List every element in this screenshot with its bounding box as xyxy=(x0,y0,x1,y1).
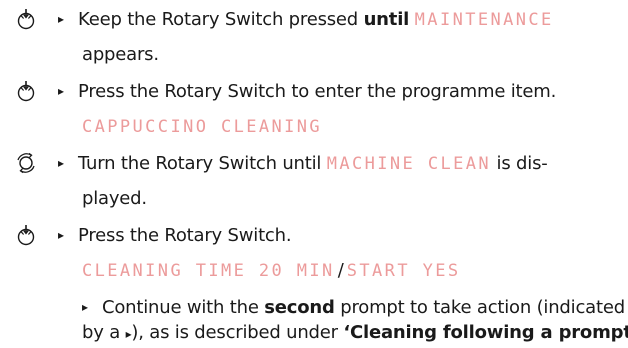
rotary-press-icon xyxy=(17,225,35,246)
step-1-text: ▸ Keep the Rotary Switch pressed until MA… xyxy=(58,9,554,30)
separator: / xyxy=(337,260,344,281)
step-4-text: ▸ Press the Rotary Switch. xyxy=(58,225,292,246)
display-text: START YES xyxy=(346,261,461,281)
section-reference: ‘Cleaning following a prompt’ xyxy=(343,322,628,343)
display-text: CAPPUCCINO CLEANING xyxy=(82,117,323,137)
display-text: MACHINE CLEAN xyxy=(326,154,492,174)
bullet-arrow: ▸ xyxy=(58,156,64,170)
display-text: MAINTENANCE xyxy=(414,10,554,30)
bullet-arrow: ▸ xyxy=(58,228,64,242)
step-5-text: ▸ Continue with the second prompt to take… xyxy=(82,297,625,318)
step-3-text: ▸ Turn the Rotary Switch until MACHINE CL… xyxy=(58,153,548,174)
bullet-arrow: ▸ xyxy=(58,84,64,98)
display-text: CLEANING TIME 20 MIN xyxy=(82,261,335,281)
rotary-press-icon xyxy=(17,9,35,30)
bullet-arrow: ▸ xyxy=(58,12,64,26)
rotary-press-icon xyxy=(17,81,35,102)
step-2-text: ▸ Press the Rotary Switch to enter the pr… xyxy=(58,81,557,102)
rotary-turn-icon xyxy=(17,152,35,174)
bullet-arrow: ▸ xyxy=(82,300,88,314)
